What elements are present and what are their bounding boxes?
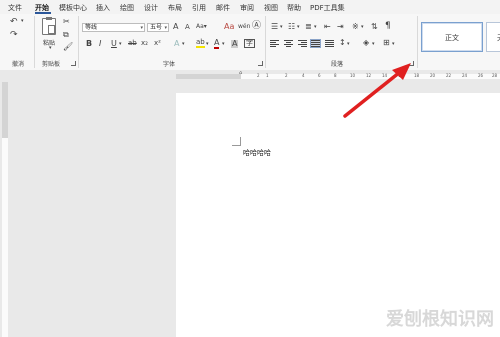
annotation-arrow-icon [343, 63, 411, 118]
